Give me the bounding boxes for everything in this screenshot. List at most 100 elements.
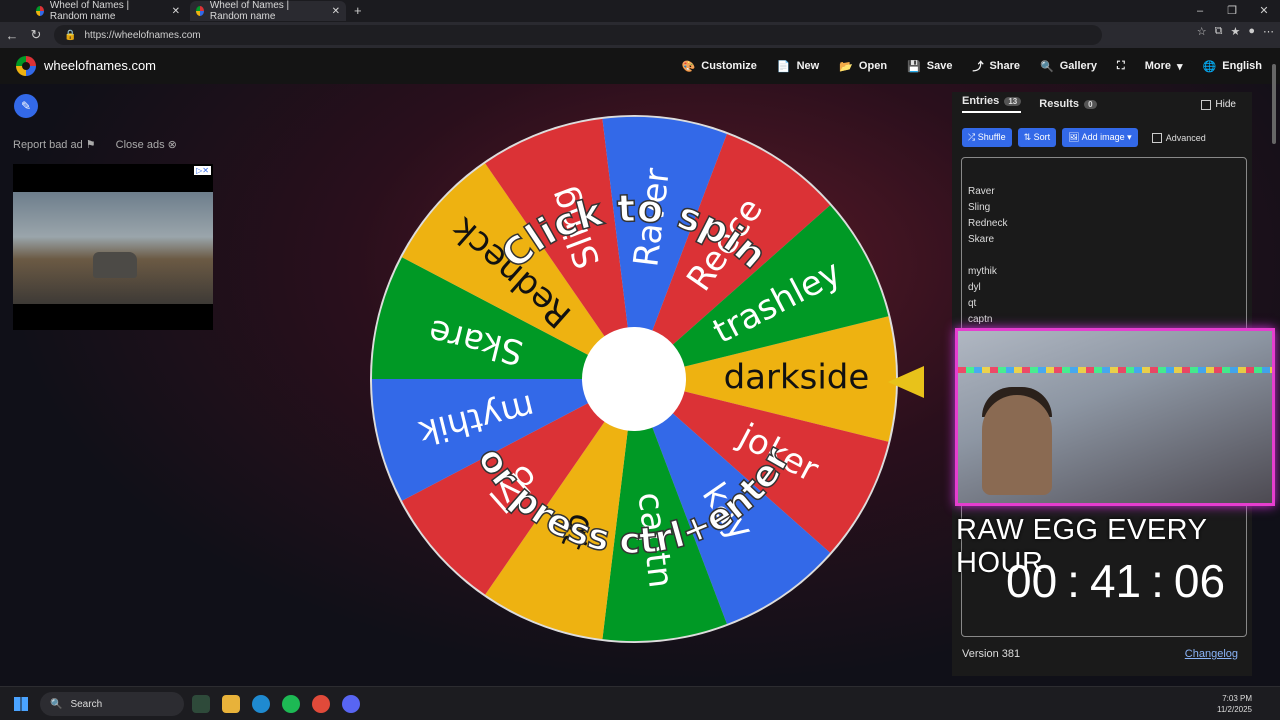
wheel-pointer-icon [888,366,924,398]
advertisement[interactable]: ▷✕ [13,164,213,330]
search-label: Search [70,698,103,710]
favorites-icon[interactable]: ★ [1230,25,1240,38]
xbox-icon[interactable] [192,695,210,713]
page-scrollbar[interactable] [1272,56,1278,676]
extensions-icon[interactable]: ⧉ [1215,25,1223,38]
close-ads-label: Close ads [115,139,165,151]
adchoices-icon[interactable]: ▷✕ [194,166,211,175]
menu-share[interactable]: ⤴ Share [972,58,1020,74]
spotify-icon[interactable] [282,695,300,713]
hide-toggle[interactable]: Hide [1201,99,1236,110]
advanced-checkbox[interactable] [1151,132,1162,143]
browser-tab-1[interactable]: Wheel of Names | Random name ✕ [30,0,186,22]
tab-title: Wheel of Names | Random name [209,0,290,22]
sort-icon: ⇅ [1023,132,1032,142]
menu-customize[interactable]: 🎨 Customize [682,58,757,74]
report-ad-link[interactable]: Report bad ad ⚑ [13,138,96,151]
close-circle-icon: ⊗ [167,139,177,151]
report-ad-label: Report bad ad [13,139,83,151]
file-explorer-icon[interactable] [222,695,240,713]
timer-minutes: 41 [1089,555,1142,607]
menu-label: Gallery [1059,60,1098,72]
wheel-segment-label: darkside [724,358,870,398]
menu-label: Share [989,60,1021,72]
shuffle-button[interactable]: ⤮ Shuffle [962,128,1012,147]
add-image-label: Add image [1081,132,1125,142]
menu-save[interactable]: 💾 Save [907,58,952,74]
entry-line: Sling [968,202,991,213]
menu-new[interactable]: 📄 New [777,58,819,74]
url-text: https://wheelofnames.com [84,29,201,41]
hide-checkbox[interactable] [1201,99,1212,110]
menu-more[interactable]: More ▾ [1145,58,1183,74]
changelog-link[interactable]: Changelog [1185,648,1238,660]
entry-line: dyl [968,282,981,293]
chevron-down-icon: ▾ [1127,132,1132,142]
tab-results[interactable]: Results 0 [1039,98,1097,110]
tab-entries[interactable]: Entries 13 [962,95,1022,113]
entry-line: captn [968,314,993,325]
url-field[interactable]: 🔒 https://wheelofnames.com [54,25,1102,45]
ad-image [13,192,213,304]
discord-icon[interactable] [342,695,360,713]
wheel-favicon-icon [196,6,204,16]
fullscreen-button[interactable]: ⛶ [1117,58,1125,74]
reload-icon[interactable]: ↻ [24,27,48,43]
wheel-hub[interactable] [582,327,686,431]
chrome-icon[interactable] [312,695,330,713]
timer-sep: : [1067,555,1080,607]
minimize-icon[interactable]: – [1184,0,1216,22]
top-menu: 🎨 Customize 📄 New 📂 Open 💾 Save ⤴ Share 🔍 Gall… [682,58,1262,74]
fullscreen-icon: ⛶ [1117,59,1125,72]
close-tab-icon[interactable]: ✕ [172,6,180,17]
pencil-icon: ✎ [20,99,32,113]
close-tab-icon[interactable]: ✕ [332,6,340,17]
back-icon[interactable]: ← [0,28,24,43]
tab-label: Results [1039,98,1080,110]
sort-button[interactable]: ⇅ Sort [1017,128,1057,147]
site-title[interactable]: wheelofnames.com [44,58,156,73]
webcam-overlay [955,328,1275,506]
car-image [93,252,137,278]
close-ads-link[interactable]: Close ads ⊗ [116,138,177,151]
taskbar-clock[interactable]: 7:03 PM 11/2/2025 [1217,693,1252,715]
windows-start-icon[interactable] [14,697,28,711]
menu-gallery[interactable]: 🔍 Gallery [1040,58,1097,74]
close-window-icon[interactable]: ✕ [1248,0,1280,22]
hide-label: Hide [1215,99,1236,110]
profile-icon[interactable]: ● [1248,25,1255,38]
clock-date: 11/2/2025 [1217,705,1252,714]
menu-label: New [796,60,820,72]
entry-actions: ⤮ Shuffle ⇅ Sort 🖼 Add image ▾ Advanced [962,128,1206,147]
address-bar-row: ← ↻ 🔒 https://wheelofnames.com ☆ ⧉ ★ ● ⋯ [0,22,1280,48]
entry-line [968,248,1240,264]
folder-icon: 📂 [839,60,853,73]
save-icon: 💾 [907,60,921,73]
entries-count-badge: 13 [1004,97,1022,106]
search-icon: 🔍 [50,698,63,710]
maximize-icon[interactable]: ❐ [1216,0,1248,22]
browser-toolbar: ☆ ⧉ ★ ● ⋯ [1197,25,1274,38]
spin-wheel[interactable]: darksidejokerkaycaptnqtdylmythikSkareRed… [369,114,899,644]
menu-label: Save [926,60,953,72]
new-tab-icon[interactable]: + [354,3,362,18]
edit-button[interactable]: ✎ [14,94,38,118]
shuffle-icon: ⤮ [968,132,976,142]
entry-line: Redneck [968,218,1008,229]
version-label: Version 381 [962,648,1021,660]
menu-open[interactable]: 📂 Open [839,58,887,74]
site-header: wheelofnames.com 🎨 Customize 📄 New 📂 Open 💾… [0,48,1280,84]
menu-label: More [1144,60,1172,72]
star-icon[interactable]: ☆ [1197,25,1207,38]
timer-seconds: 06 [1173,555,1226,607]
browser-tab-2[interactable]: Wheel of Names | Random name ✕ [190,0,346,22]
advanced-toggle[interactable]: Advanced [1151,132,1206,143]
add-image-button[interactable]: 🖼 Add image ▾ [1062,128,1138,147]
palette-icon: 🎨 [681,60,696,73]
taskbar-search[interactable]: 🔍 Search [40,692,184,716]
scroll-thumb[interactable] [1272,64,1276,144]
menu-language[interactable]: 🌐 English [1203,58,1262,74]
menu-dots-icon[interactable]: ⋯ [1263,25,1274,38]
edge-icon[interactable] [252,695,270,713]
site-logo-icon[interactable] [16,56,36,76]
